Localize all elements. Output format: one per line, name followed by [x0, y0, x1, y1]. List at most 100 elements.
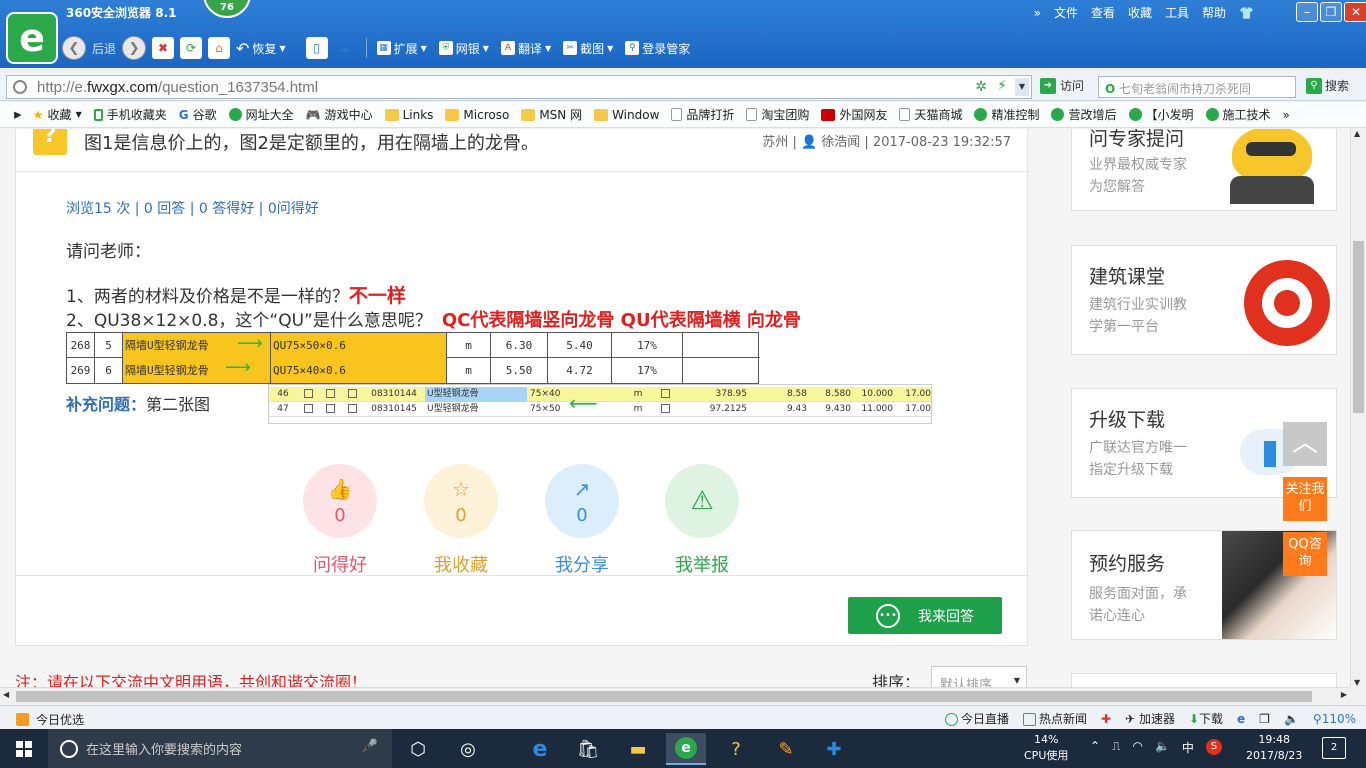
url-text[interactable]: http://e.fwxgx.com/question_1637354.html	[37, 79, 318, 96]
speaker-icon[interactable]: 🔈	[1155, 739, 1170, 756]
vertical-scrollbar[interactable]: ▲ ▼	[1350, 129, 1366, 687]
bookmark-taobao[interactable]: 淘宝团购	[746, 106, 809, 123]
url-dropdown-icon[interactable]: ▼	[1015, 78, 1029, 96]
accelerator-icon[interactable]: ✚	[1101, 712, 1111, 726]
search-input[interactable]: O 七旬老翁闹市持刀杀死同	[1098, 76, 1296, 98]
live-button[interactable]: 今日直播	[944, 710, 1009, 727]
task-view-icon[interactable]: ⬡	[398, 733, 438, 765]
scroll-up-icon[interactable]: ▲	[1354, 129, 1360, 138]
menu-view[interactable]: 查看	[1091, 4, 1115, 21]
tray-up-icon[interactable]: ⌃	[1090, 739, 1100, 756]
scroll-left-icon[interactable]: ◀	[3, 690, 9, 699]
browser-logo-icon[interactable]: e	[6, 12, 58, 64]
bookmark-links[interactable]: Links	[384, 108, 433, 122]
visit-button[interactable]: ➜ 访问	[1040, 77, 1084, 94]
network-icon[interactable]: ⎍	[1112, 739, 1120, 756]
screenshot-button[interactable]: ✂ 截图 ▼	[563, 40, 613, 57]
bookmark-tax[interactable]: 营改增后	[1051, 106, 1117, 123]
netbank-button[interactable]: ⛨ 网银 ▼	[438, 40, 489, 57]
bookmark-games[interactable]: 🎮 游戏中心	[306, 106, 373, 123]
menu-file[interactable]: 文件	[1054, 4, 1078, 21]
menu-dropdown-icon[interactable]: »	[1034, 6, 1041, 20]
scroll-down-icon[interactable]: ▼	[1354, 678, 1360, 687]
maximize-button[interactable]: ❐	[1320, 2, 1342, 22]
vertical-scroll-thumb[interactable]	[1353, 241, 1364, 413]
follow-us-button[interactable]: 关注我们	[1283, 477, 1327, 521]
file-explorer-icon[interactable]: ▬	[618, 733, 658, 765]
bookmark-foreign[interactable]: 外国网友	[821, 106, 887, 123]
sidebar-card-course[interactable]: 建筑课堂 建筑行业实训教 学第一平台	[1071, 245, 1337, 355]
ie-icon[interactable]: e	[1237, 712, 1245, 726]
sidebar-toggle-icon[interactable]: ⫸	[14, 107, 21, 122]
menu-tools[interactable]: 工具	[1165, 4, 1189, 21]
translate-button[interactable]: A 翻译 ▼	[500, 40, 551, 57]
speed-mode-icon[interactable]: ⚡	[997, 78, 1007, 94]
bookmark-invention[interactable]: 【小发明	[1128, 106, 1194, 123]
bookmark-msn[interactable]: MSN 网	[521, 106, 582, 123]
edge-icon[interactable]: e	[520, 733, 560, 765]
sidebar-card-expert[interactable]: 问专家提问 业界最权威专家 为您解答	[1071, 129, 1337, 211]
bookmark-windows[interactable]: Window	[594, 108, 659, 122]
notification-center[interactable]: 2	[1322, 737, 1346, 759]
bookmark-brand[interactable]: 品牌打折	[671, 106, 734, 123]
bookmark-favorites[interactable]: ★ 收藏 ▼	[33, 106, 82, 123]
taskbar-search[interactable]: 在这里输入你要搜索的内容 🎤	[48, 729, 392, 768]
sort-select[interactable]: 默认排序 ▼	[931, 666, 1027, 687]
window-icon[interactable]: ❐	[1259, 712, 1270, 726]
cpu-usage[interactable]: 14% CPU使用	[1024, 732, 1068, 764]
active-browser-icon[interactable]: e	[666, 733, 706, 765]
stop-icon[interactable]: ✖	[152, 37, 175, 59]
more-bookmarks-icon[interactable]: »	[1283, 108, 1290, 122]
search-engine-icon[interactable]: O	[1105, 82, 1115, 96]
phone-icon[interactable]: ▯	[305, 37, 328, 59]
url-input[interactable]: http://e.fwxgx.com/question_1637354.html…	[6, 75, 1032, 99]
bookmark-sites[interactable]: 网址大全	[228, 106, 294, 123]
browser-360-icon[interactable]: ◎	[448, 733, 488, 765]
back-icon[interactable]: ❮	[62, 36, 86, 60]
extend-button[interactable]: ▦ 扩展 ▼	[376, 40, 427, 57]
cloud-icon[interactable]: ☁	[334, 37, 356, 59]
today-picks[interactable]: 今日优选	[16, 711, 84, 728]
badge[interactable]: 76	[203, 0, 251, 18]
skin-icon[interactable]: 👕	[1239, 6, 1254, 20]
home-icon[interactable]: ⌂	[208, 37, 231, 59]
start-button[interactable]	[0, 729, 48, 768]
bookmark-control[interactable]: 精准控制	[974, 106, 1039, 123]
clock[interactable]: 19:48 2017/8/23	[1246, 732, 1302, 764]
store-icon[interactable]: 🛍	[568, 733, 608, 765]
search-button[interactable]: ⚲ 搜索	[1306, 77, 1349, 94]
close-button[interactable]: ✕	[1344, 2, 1366, 22]
answer-button[interactable]: ••• 我来回答	[848, 597, 1002, 634]
minimize-button[interactable]: –	[1296, 2, 1318, 22]
back-to-top-button[interactable]: ︿	[1283, 422, 1327, 466]
scroll-right-icon[interactable]: ▶	[1341, 690, 1347, 699]
wifi-icon[interactable]: ◠	[1132, 739, 1142, 756]
horizontal-scroll-thumb[interactable]	[16, 691, 1312, 702]
bookmark-mobile[interactable]: 手机收藏夹	[93, 106, 167, 123]
forward-icon[interactable]: ❯	[122, 36, 147, 60]
menu-favorites[interactable]: 收藏	[1128, 4, 1152, 21]
like-button[interactable]: 👍 0 问得好	[303, 464, 377, 577]
refresh-icon[interactable]: ⟳	[180, 37, 203, 59]
zoom-button[interactable]: ⚲110%	[1313, 712, 1356, 726]
ime-indicator[interactable]: 中	[1182, 739, 1194, 756]
price-table-image[interactable]: 268 5 隔墙U型轻钢龙骨 QU75×50×0.6 m 6.30 5.40 1…	[66, 332, 760, 384]
bookmark-microsoft[interactable]: Microso	[445, 108, 509, 122]
tool-app-icon[interactable]: ✚	[814, 733, 854, 765]
favorite-button[interactable]: ☆ 0 我收藏	[424, 464, 498, 577]
bookmark-google[interactable]: G 谷歌	[179, 106, 217, 123]
microphone-icon[interactable]: 🎤	[362, 739, 378, 754]
bookmark-tech[interactable]: 施工技术	[1205, 106, 1271, 123]
news-button[interactable]: 热点新闻	[1022, 710, 1087, 727]
accelerator-button[interactable]: ✈ 加速器	[1125, 710, 1175, 727]
help-app-icon[interactable]: ?	[716, 733, 756, 765]
share-button[interactable]: ↗ 0 我分享	[545, 464, 619, 577]
report-button[interactable]: ⚠ 我举报	[665, 464, 739, 577]
download-button[interactable]: ⬇下载	[1189, 710, 1223, 727]
notes-app-icon[interactable]: ✎	[766, 733, 806, 765]
back-label[interactable]: 后退	[92, 40, 116, 57]
login-manager-button[interactable]: ⚲ 登录管家	[625, 40, 690, 57]
volume-icon[interactable]: 🔈	[1284, 712, 1299, 726]
horizontal-scrollbar[interactable]: ◀ ▶	[0, 687, 1350, 704]
qq-consult-button[interactable]: QQ咨询	[1283, 532, 1327, 576]
